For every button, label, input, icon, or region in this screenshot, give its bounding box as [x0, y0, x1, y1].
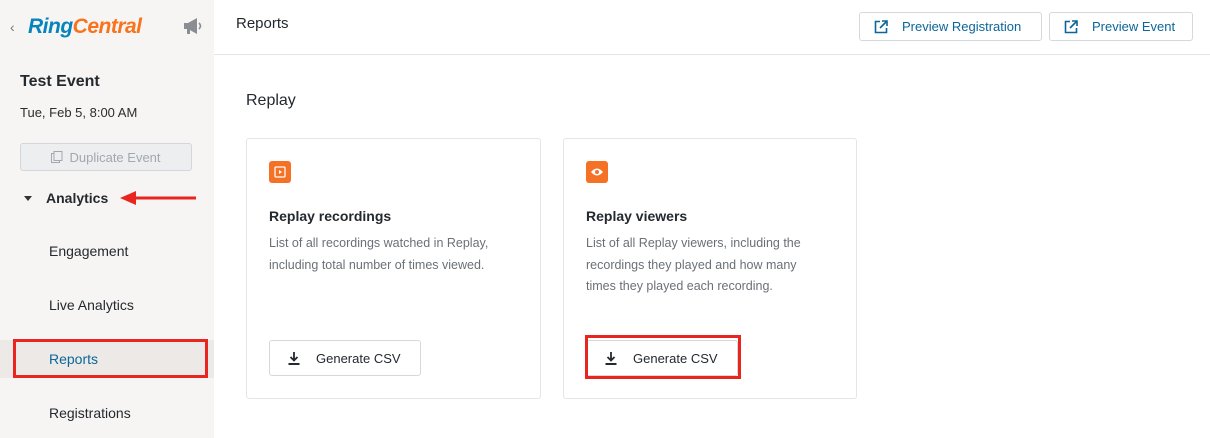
external-link-icon [874, 19, 888, 33]
card-description-line: List of all Replay viewers, including th… [586, 236, 801, 250]
generate-csv-button[interactable]: Generate CSV [269, 340, 421, 376]
card-description-line: times they played each recording. [586, 279, 773, 293]
megaphone-icon[interactable] [182, 16, 204, 36]
card-description-line: recordings they played and how many [586, 257, 797, 272]
sidebar-item-label: Registrations [49, 405, 131, 421]
logo-text-central: Central [72, 15, 142, 38]
external-link-icon [1064, 19, 1078, 33]
section-title-replay: Replay [246, 92, 296, 109]
card-description: List of all recordings watched in Replay… [269, 233, 488, 276]
caret-down-icon [24, 195, 32, 201]
sidebar-item-engagement[interactable]: Engagement [0, 232, 214, 270]
download-icon [288, 351, 300, 365]
red-arrow-annotation [120, 191, 196, 205]
sidebar-item-label: Live Analytics [49, 297, 134, 313]
brand-row: ‹ RingCentral [0, 0, 214, 55]
card-title: Replay recordings [269, 208, 392, 224]
card-description: List of all Replay viewers, including th… [586, 233, 801, 298]
highlight-box-reports [13, 339, 208, 378]
highlight-box-generate-csv [585, 335, 741, 379]
app-window: ‹ RingCentral Test Event Tue, Feb 5, 8:0… [0, 0, 1210, 438]
page-title: Reports [236, 15, 289, 32]
preview-registration-button[interactable]: Preview Registration [859, 12, 1042, 41]
preview-event-label: Preview Event [1092, 19, 1176, 34]
sidebar-item-registrations[interactable]: Registrations [0, 394, 214, 432]
eye-icon [586, 161, 608, 183]
ringcentral-logo: RingCentral [28, 13, 142, 41]
card-title: Replay viewers [586, 208, 688, 224]
play-square-icon [269, 161, 291, 183]
duplicate-event-button[interactable]: Duplicate Event [20, 143, 192, 171]
logo-text-ring: Ring [28, 15, 73, 38]
copy-icon [51, 151, 63, 163]
sidebar: ‹ RingCentral Test Event Tue, Feb 5, 8:0… [0, 0, 214, 438]
sidebar-item-live-analytics[interactable]: Live Analytics [0, 286, 214, 324]
top-bar: Reports Preview Registration Preview Eve… [214, 0, 1210, 55]
event-date: Tue, Feb 5, 8:00 AM [20, 105, 138, 120]
card-description-line: including total number of times viewed. [269, 257, 485, 272]
card-description-line: List of all recordings watched in Replay… [269, 236, 489, 250]
event-title: Test Event [20, 73, 100, 90]
sidebar-item-label: Engagement [49, 243, 129, 259]
preview-event-button[interactable]: Preview Event [1049, 12, 1193, 41]
card-replay-recordings: Replay recordings List of all recordings… [246, 138, 541, 399]
duplicate-event-label: Duplicate Event [69, 149, 161, 165]
preview-registration-label: Preview Registration [902, 19, 1022, 34]
chevron-left-icon[interactable]: ‹ [10, 17, 22, 37]
nav-section-label: Analytics [46, 190, 109, 206]
nav-section-analytics[interactable]: Analytics [20, 186, 108, 210]
generate-csv-label: Generate CSV [316, 350, 401, 366]
